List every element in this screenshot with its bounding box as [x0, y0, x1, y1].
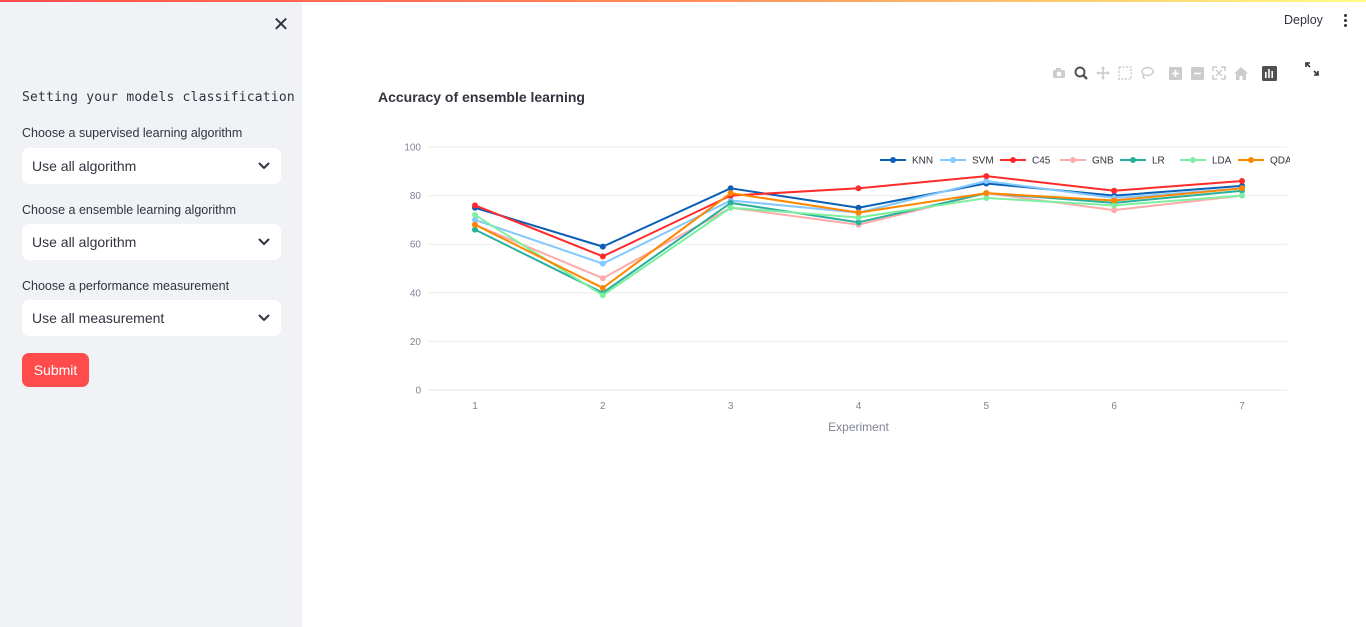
y-tick-label: 40 [410, 288, 422, 299]
box-select-icon[interactable] [1116, 64, 1134, 82]
legend-marker-qda [1248, 157, 1254, 163]
legend-marker-c45 [1010, 157, 1016, 163]
data-point-lda [727, 204, 734, 211]
x-tick-label: 5 [984, 401, 990, 412]
zoom-out-icon[interactable] [1188, 64, 1206, 82]
legend-label-knn: KNN [912, 156, 933, 167]
data-point-qda [1111, 197, 1118, 204]
legend-marker-lda [1190, 157, 1196, 163]
legend-label-gnb: GNB [1092, 156, 1114, 167]
chevron-down-icon [257, 235, 271, 249]
legend-marker-gnb [1070, 157, 1076, 163]
data-point-c45 [983, 173, 990, 180]
legend-label-lda: LDA [1212, 156, 1232, 167]
autoscale-icon[interactable] [1210, 64, 1228, 82]
legend-marker-lr [1130, 157, 1136, 163]
y-tick-label: 80 [410, 191, 422, 202]
data-point-qda [599, 284, 606, 291]
data-point-c45 [599, 253, 606, 260]
performance-measurement-select[interactable]: Use all measurement [22, 300, 281, 336]
data-point-qda [1239, 185, 1245, 192]
y-tick-label: 60 [410, 240, 422, 251]
zoom-in-icon[interactable] [1166, 64, 1184, 82]
data-point-c45 [1239, 178, 1245, 185]
deploy-button[interactable]: Deploy [1284, 13, 1323, 27]
x-tick-label: 2 [600, 401, 606, 412]
data-point-lda [1239, 192, 1245, 199]
home-icon[interactable] [1232, 64, 1250, 82]
data-point-qda [983, 190, 990, 197]
supervised-algorithm-select[interactable]: Use all algorithm [22, 148, 281, 184]
data-point-knn [599, 243, 606, 250]
submit-button[interactable]: Submit [22, 353, 89, 387]
ensemble-algorithm-select[interactable]: Use all algorithm [22, 224, 281, 260]
chart-modebar [1050, 64, 1278, 84]
supervised-algorithm-value: Use all algorithm [32, 158, 137, 174]
close-sidebar-icon[interactable]: ✕ [270, 14, 292, 36]
camera-icon[interactable] [1050, 64, 1068, 82]
data-point-lda [472, 212, 478, 219]
data-point-c45 [1111, 187, 1118, 194]
line-chart[interactable]: 0 20 40 60 80 100 1 2 3 4 5 6 7 Experiment KNN SVM C45 GN… [360, 120, 1290, 450]
legend-marker-svm [950, 157, 956, 163]
zoom-icon[interactable] [1072, 64, 1090, 82]
legend-marker-knn [890, 157, 896, 163]
fullscreen-icon[interactable] [1305, 62, 1323, 80]
sidebar: ✕ Setting your models classification Cho… [0, 2, 302, 627]
chevron-down-icon [257, 159, 271, 173]
ensemble-algorithm-value: Use all algorithm [32, 234, 137, 250]
plotly-logo-icon[interactable] [1260, 64, 1278, 82]
y-tick-label: 0 [415, 386, 421, 397]
x-axis-label: Experiment [828, 420, 889, 434]
data-point-qda [855, 209, 862, 216]
chevron-down-icon [257, 311, 271, 325]
legend-label-qda: QDA [1270, 156, 1290, 167]
data-point-svm [599, 260, 606, 267]
x-tick-label: 1 [472, 401, 478, 412]
data-point-c45 [855, 185, 862, 192]
legend-label-c45: C45 [1032, 156, 1051, 167]
y-tick-label: 20 [410, 337, 422, 348]
supervised-algorithm-label: Choose a supervised learning algorithm [22, 126, 243, 140]
data-point-gnb [599, 275, 606, 282]
x-tick-label: 7 [1239, 401, 1245, 412]
data-point-lda [599, 292, 606, 299]
sidebar-heading: Setting your models classification [22, 90, 295, 105]
x-tick-label: 4 [856, 401, 862, 412]
data-point-c45 [472, 202, 478, 209]
y-tick-label: 100 [404, 143, 421, 154]
pan-icon[interactable] [1094, 64, 1112, 82]
performance-measurement-label: Choose a performance measurement [22, 279, 230, 293]
x-tick-label: 3 [728, 401, 734, 412]
data-point-qda [472, 221, 478, 228]
ensemble-algorithm-label: Choose a ensemble learning algorithm [22, 203, 237, 217]
lasso-icon[interactable] [1138, 64, 1156, 82]
chart-title: Accuracy of ensemble learning [378, 89, 585, 105]
legend-label-svm: SVM [972, 156, 994, 167]
x-tick-label: 6 [1111, 401, 1117, 412]
main-menu-icon[interactable] [1338, 12, 1352, 32]
legend-label-lr: LR [1152, 156, 1165, 167]
data-point-qda [727, 190, 734, 197]
performance-measurement-value: Use all measurement [32, 310, 165, 326]
